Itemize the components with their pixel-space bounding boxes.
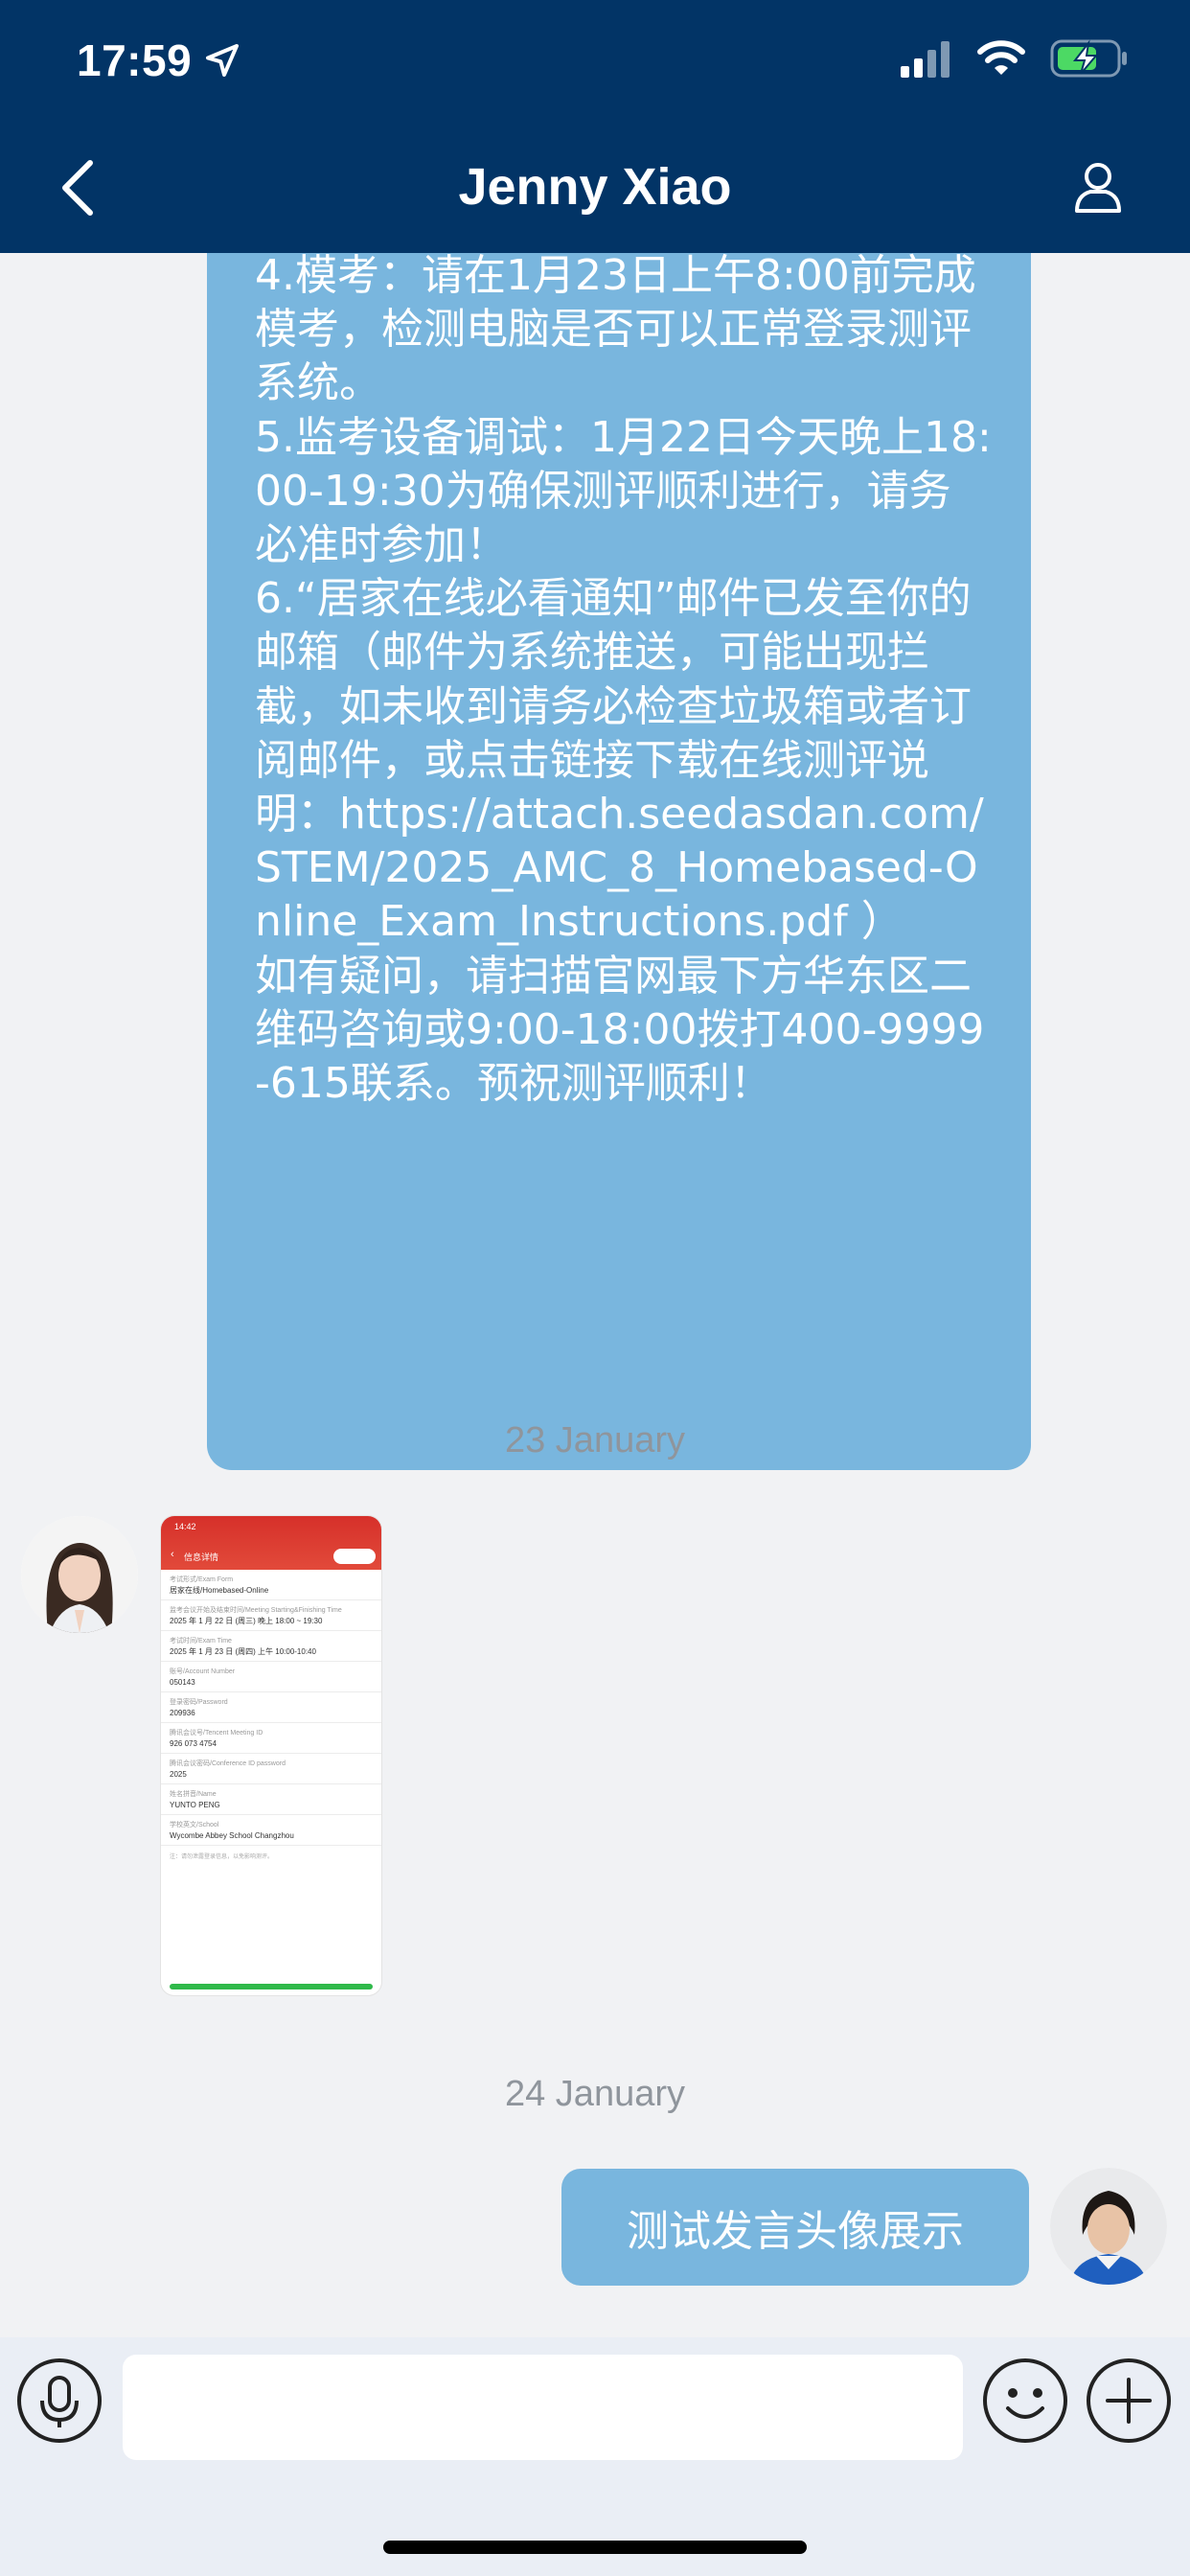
thumbnail-info-value: Wycombe Abbey School Changzhou <box>170 1831 294 1840</box>
page-title: Jenny Xiao <box>458 158 732 216</box>
thumbnail-info-row: 登录密码/Password 209936 <box>161 1692 381 1723</box>
cellular-signal-icon <box>901 41 950 78</box>
thumbnail-info-value: 2025 年 1 月 23 日 (周四) 上午 10:00-10:40 <box>170 1647 316 1656</box>
message-text: 测试发言头像展示 <box>627 2207 964 2256</box>
avatar[interactable] <box>1050 2168 1167 2285</box>
chat-area[interactable]: 4.模考：请在1月23日上午8:00前完成模考，检测电脑是否可以正常登录测评系统… <box>0 253 1190 2337</box>
home-indicator[interactable] <box>383 2541 807 2554</box>
thumbnail-back-icon: ‹ <box>171 1549 174 1560</box>
status-time-text: 17:59 <box>77 35 193 85</box>
message-bubble-outgoing[interactable]: 测试发言头像展示 <box>561 2169 1029 2286</box>
person-icon[interactable] <box>1073 161 1123 215</box>
thumbnail-info-label: 考试时间/Exam Time <box>170 1638 232 1644</box>
message-input[interactable] <box>123 2355 963 2460</box>
avatar[interactable] <box>21 1516 138 1633</box>
thumbnail-green-button <box>170 1984 373 1990</box>
plus-icon[interactable] <box>1085 2357 1173 2445</box>
microphone-icon[interactable] <box>15 2357 103 2445</box>
thumbnail-info-row: 姓名拼音/Name YUNTO PENG <box>161 1784 381 1815</box>
location-arrow-icon <box>206 44 240 77</box>
thumbnail-info-label: 腾讯会议密码/Conference ID password <box>170 1760 286 1767</box>
thumbnail-info-label: 姓名拼音/Name <box>170 1791 217 1798</box>
thumbnail-header: 14:42 信息详情 ‹ <box>161 1516 381 1570</box>
thumbnail-info-row: 监考会议开始及结束时间/Meeting Starting&Finishing T… <box>161 1600 381 1631</box>
thumbnail-info-value: 2025 年 1 月 22 日 (周三) 晚上 18:00 ~ 19:30 <box>170 1617 323 1625</box>
thumbnail-info-row: 腾讯会议号/Tencent Meeting ID 926 073 4754 <box>161 1723 381 1754</box>
date-separator: 23 January <box>504 1420 685 1460</box>
thumbnail-info-label: 考试形式/Exam Form <box>170 1576 234 1583</box>
date-separator: 24 January <box>504 2074 685 2114</box>
thumbnail-capsule-icon <box>333 1549 376 1564</box>
image-message-thumbnail[interactable]: 14:42 信息详情 ‹ 考试形式/Exam Form 居家在线/Homebase… <box>161 1516 381 1995</box>
thumbnail-info-value: 050143 <box>170 1678 195 1687</box>
thumbnail-info-value: 209936 <box>170 1709 195 1717</box>
message-paragraph: 6.“居家在线必看通知”邮件已发至你的邮箱（邮件为系统推送，可能出现拦截，如未收… <box>255 574 984 947</box>
thumbnail-time: 14:42 <box>174 1522 196 1531</box>
thumbnail-info-value: 居家在线/Homebased-Online <box>170 1586 269 1595</box>
thumbnail-info-row: 考试形式/Exam Form 居家在线/Homebased-Online <box>161 1570 381 1600</box>
status-icons <box>901 38 1129 79</box>
thumbnail-info-value: 926 073 4754 <box>170 1739 217 1748</box>
contact-avatar-image <box>21 1516 138 1633</box>
thumbnail-title: 信息详情 <box>184 1552 219 1562</box>
user-avatar-image <box>1050 2168 1167 2285</box>
thumbnail-info-row: 学校英文/School Wycombe Abbey School Changzho… <box>161 1815 381 1846</box>
thumbnail-info-label: 监考会议开始及结束时间/Meeting Starting&Finishing T… <box>170 1607 342 1614</box>
wifi-icon <box>977 40 1025 75</box>
status-bar-time: 17:59 <box>77 34 241 86</box>
thumbnail-info-label: 账号/Account Number <box>170 1668 236 1675</box>
smiley-icon[interactable] <box>981 2357 1069 2445</box>
thumbnail-info-label: 腾讯会议号/Tencent Meeting ID <box>170 1730 263 1736</box>
thumbnail-info-row: 账号/Account Number 050143 <box>161 1662 381 1692</box>
battery-charging-icon <box>1050 39 1127 78</box>
message-paragraph: 4.模考：请在1月23日上午8:00前完成模考，检测电脑是否可以正常登录测评系统… <box>255 253 976 408</box>
input-bar <box>0 2337 1190 2576</box>
thumbnail-info-list: 考试形式/Exam Form 居家在线/Homebased-Online 监考会议开… <box>161 1570 381 1846</box>
nav-header: 17:59 Jenny Xiao <box>0 0 1190 253</box>
thumbnail-footnote: 注：请勿泄露登录信息，以免影响测评。 <box>170 1854 274 1860</box>
message-paragraph: 5.监考设备调试：1月22日今天晚上18:00-19:30为确保测评顺利进行，请… <box>255 412 992 570</box>
thumbnail-info-value: YUNTO PENG <box>170 1801 220 1809</box>
thumbnail-info-label: 学校英文/School <box>170 1822 219 1828</box>
message-bubble-incoming-text[interactable]: 4.模考：请在1月23日上午8:00前完成模考，检测电脑是否可以正常登录测评系统… <box>207 253 1031 1470</box>
thumbnail-info-row: 腾讯会议密码/Conference ID password 2025 <box>161 1754 381 1784</box>
message-paragraph: 如有疑问，请扫描官网最下方华东区二维码咨询或9:00-18:00拨打400-99… <box>255 951 985 1109</box>
thumbnail-info-row: 考试时间/Exam Time 2025 年 1 月 23 日 (周四) 上午 10… <box>161 1631 381 1662</box>
thumbnail-info-label: 登录密码/Password <box>170 1699 228 1706</box>
thumbnail-info-value: 2025 <box>170 1770 187 1779</box>
